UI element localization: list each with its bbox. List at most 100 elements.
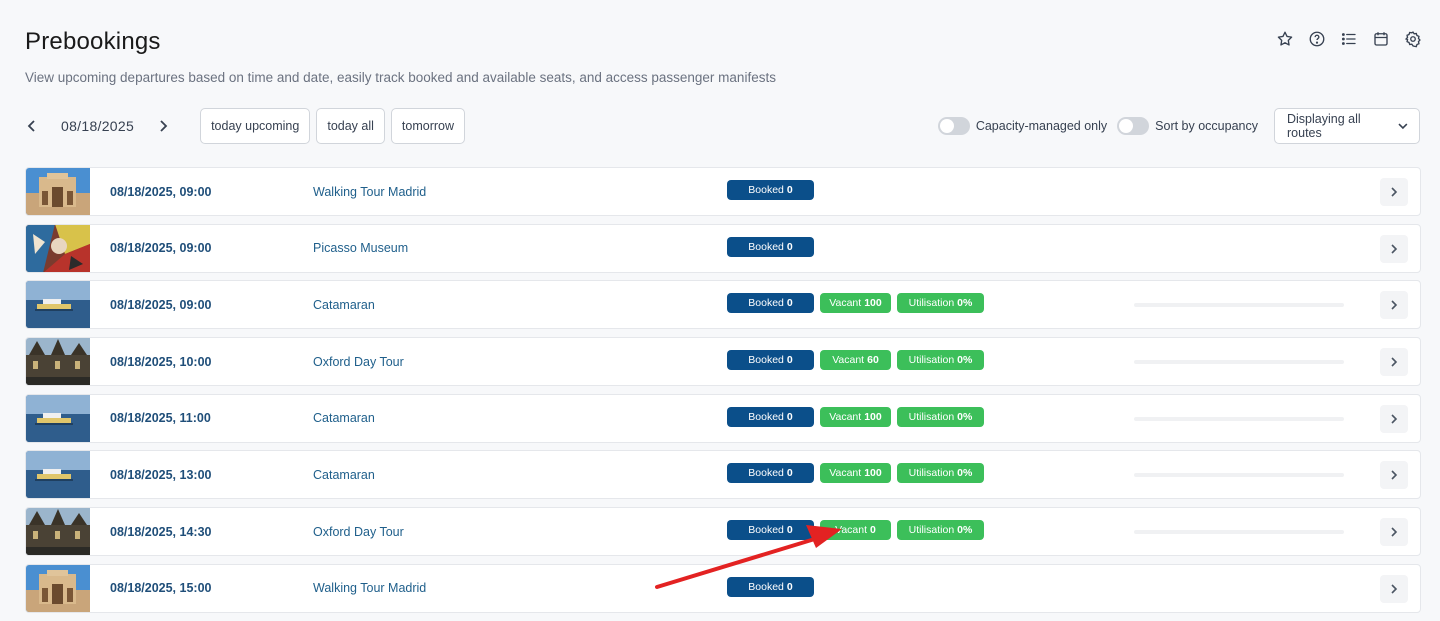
open-departure-button[interactable] (1380, 234, 1408, 263)
departure-datetime: 08/18/2025, 10:00 (110, 354, 212, 369)
chevron-right-icon (1391, 244, 1398, 254)
booked-badge: Booked 0 (727, 293, 814, 314)
capacity-badges: Booked 0 Vacant 0 Utilisation 0% (727, 520, 984, 541)
departure-datetime: 08/18/2025, 14:30 (110, 524, 212, 539)
filter-tomorrow-button[interactable]: tomorrow (390, 108, 465, 144)
calendar-icon[interactable] (1372, 30, 1390, 48)
occupancy-bar (1134, 473, 1344, 478)
star-icon[interactable] (1276, 30, 1294, 48)
gear-icon[interactable] (1404, 30, 1422, 48)
sort-occupancy-toggle-group: Sort by occupancy (1117, 117, 1258, 135)
departure-datetime: 08/18/2025, 09:00 (110, 184, 212, 199)
chevron-right-icon (160, 120, 168, 132)
departure-row[interactable]: 08/18/2025, 14:30 Oxford Day Tour Booked 0 V… (25, 507, 1421, 557)
open-departure-button[interactable] (1380, 291, 1408, 320)
route-thumbnail (26, 338, 90, 386)
booked-badge: Booked 0 (727, 180, 814, 200)
route-thumbnail (26, 281, 90, 329)
route-name[interactable]: Oxford Day Tour (313, 525, 404, 539)
utilisation-badge: Utilisation 0% (897, 293, 984, 314)
open-departure-button[interactable] (1380, 404, 1408, 433)
filter-today-all-button[interactable]: today all (316, 108, 385, 144)
departure-row[interactable]: 08/18/2025, 15:00 Walking Tour Madrid Book… (25, 563, 1421, 613)
departure-list: 08/18/2025, 09:00 Walking Tour Madrid Book… (25, 167, 1421, 621)
open-departure-button[interactable] (1380, 574, 1408, 603)
route-name[interactable]: Catamaran (313, 411, 375, 425)
open-departure-button[interactable] (1380, 178, 1408, 206)
capacity-badges: Booked 0 (727, 236, 814, 257)
chevron-right-icon (1391, 357, 1398, 367)
utilisation-badge: Utilisation 0% (897, 350, 984, 371)
open-departure-button[interactable] (1380, 461, 1408, 490)
route-thumbnail (26, 508, 90, 556)
prev-date-button[interactable] (25, 116, 39, 136)
top-icon-bar (1276, 30, 1422, 48)
route-select[interactable]: Displaying all routes (1274, 108, 1420, 144)
booked-badge: Booked 0 (727, 520, 814, 541)
page-title: Prebookings (25, 28, 161, 55)
departure-datetime: 08/18/2025, 15:00 (110, 581, 212, 596)
vacant-badge: Vacant 0 (820, 520, 891, 541)
occupancy-bar (1134, 360, 1344, 365)
capacity-managed-toggle[interactable] (937, 117, 970, 135)
capacity-badges: Booked 0 Vacant 100 Utilisation 0% (727, 293, 984, 314)
next-date-button[interactable] (156, 116, 170, 136)
booked-badge: Booked 0 (727, 576, 814, 597)
sort-occupancy-toggle[interactable] (1117, 117, 1150, 135)
help-icon[interactable] (1308, 30, 1326, 48)
open-departure-button[interactable] (1380, 518, 1408, 547)
chevron-right-icon (1391, 300, 1398, 310)
toolbar: 08/18/2025 today upcoming today all tomo… (25, 108, 1420, 144)
sort-occupancy-label: Sort by occupancy (1155, 119, 1258, 133)
vacant-badge: Vacant 100 (820, 293, 891, 314)
route-name[interactable]: Catamaran (313, 298, 375, 312)
route-thumbnail (26, 451, 90, 499)
departure-row[interactable]: 08/18/2025, 10:00 Oxford Day Tour Booked 0 V… (25, 337, 1421, 387)
vacant-badge: Vacant 100 (820, 406, 891, 427)
page-subtitle: View upcoming departures based on time a… (25, 70, 776, 85)
route-name[interactable]: Walking Tour Madrid (313, 581, 426, 595)
departure-row[interactable]: 08/18/2025, 11:00 Catamaran Booked 0 Vacant 1… (25, 393, 1421, 443)
route-select-value: Displaying all routes (1287, 112, 1361, 140)
vacant-badge: Vacant 100 (820, 463, 891, 484)
occupancy-bar (1134, 530, 1344, 535)
vacant-badge: Vacant 60 (820, 350, 891, 371)
departure-row[interactable]: 08/18/2025, 09:00 Walking Tour Madrid Book… (25, 167, 1421, 216)
chevron-right-icon (1391, 527, 1398, 537)
utilisation-badge: Utilisation 0% (897, 463, 984, 484)
departure-row[interactable]: 08/18/2025, 13:00 Catamaran Booked 0 Vacant 1… (25, 450, 1421, 500)
route-name[interactable]: Walking Tour Madrid (313, 185, 426, 199)
route-name[interactable]: Oxford Day Tour (313, 355, 404, 369)
departure-datetime: 08/18/2025, 09:00 (110, 241, 212, 256)
chevron-right-icon (1391, 414, 1398, 424)
chevron-right-icon (1391, 584, 1398, 594)
route-name[interactable]: Catamaran (313, 468, 375, 482)
capacity-badges: Booked 0 (727, 576, 814, 597)
booked-badge: Booked 0 (727, 350, 814, 371)
current-date[interactable]: 08/18/2025 (61, 118, 134, 134)
list-icon[interactable] (1340, 30, 1358, 48)
chevron-right-icon (1391, 470, 1398, 481)
route-thumbnail (26, 564, 90, 612)
departure-datetime: 08/18/2025, 13:00 (110, 467, 212, 482)
departure-datetime: 08/18/2025, 11:00 (110, 411, 211, 426)
route-name[interactable]: Picasso Museum (313, 241, 408, 255)
open-departure-button[interactable] (1380, 348, 1408, 377)
chevron-right-icon (1391, 187, 1398, 197)
capacity-badges: Booked 0 Vacant 100 Utilisation 0% (727, 463, 984, 484)
page-header: Prebookings View upcoming departures bas… (25, 28, 776, 85)
route-thumbnail (26, 168, 90, 215)
capacity-badges: Booked 0 Vacant 60 Utilisation 0% (727, 350, 984, 371)
utilisation-badge: Utilisation 0% (897, 520, 984, 541)
route-thumbnail (26, 224, 90, 272)
booked-badge: Booked 0 (727, 236, 814, 257)
filter-today-upcoming-button[interactable]: today upcoming (200, 108, 311, 144)
departure-row[interactable]: 08/18/2025, 09:00 Catamaran Booked 0 Vacant 1… (25, 280, 1421, 330)
booked-badge: Booked 0 (727, 463, 814, 484)
utilisation-badge: Utilisation 0% (897, 406, 984, 427)
capacity-managed-toggle-group: Capacity-managed only (937, 117, 1108, 135)
capacity-managed-label: Capacity-managed only (975, 119, 1108, 133)
departure-datetime: 08/18/2025, 09:00 (110, 297, 212, 312)
departure-row[interactable]: 08/18/2025, 09:00 Picasso Museum Booked 0 (25, 223, 1421, 273)
route-thumbnail (26, 394, 90, 442)
